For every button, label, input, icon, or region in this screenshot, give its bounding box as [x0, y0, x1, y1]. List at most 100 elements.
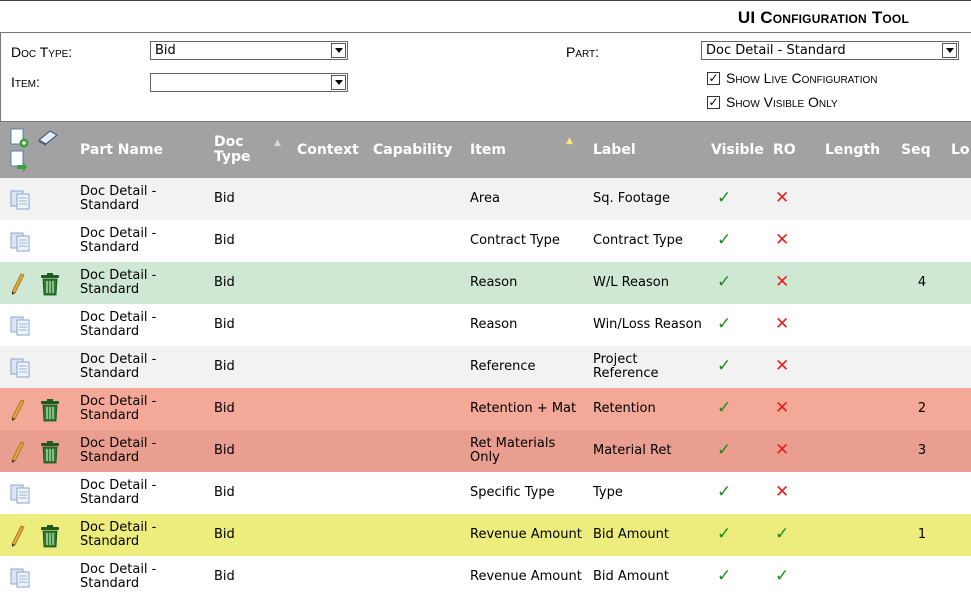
- header-visible[interactable]: Visible: [707, 122, 769, 178]
- copy-icon[interactable]: [10, 568, 32, 588]
- trash-icon[interactable]: [38, 398, 62, 422]
- item-select[interactable]: [150, 73, 348, 92]
- cell-context: [293, 388, 369, 430]
- table-row[interactable]: Doc Detail - Standard Bid Revenue Amount Bi…: [0, 514, 971, 556]
- header-doc-type[interactable]: Doc Type ▲: [210, 122, 293, 178]
- cell-label: Project Reference: [589, 346, 707, 388]
- show-visible-checkbox[interactable]: ✓: [707, 96, 720, 109]
- trash-icon[interactable]: [38, 524, 62, 548]
- table-row[interactable]: Doc Detail - Standard Bid Revenue Amount Bi…: [0, 556, 971, 598]
- cell-context: [293, 262, 369, 304]
- cell-doc-type: Bid: [210, 556, 293, 598]
- cell-label: W/L Reason: [589, 262, 707, 304]
- cell-capability: [369, 472, 466, 514]
- table-row[interactable]: Doc Detail - Standard Bid Specific Type Typ…: [0, 472, 971, 514]
- header-part-name[interactable]: Part Name: [76, 122, 210, 178]
- cell-visible: ✓: [707, 304, 769, 346]
- header-capability[interactable]: Capability: [369, 122, 466, 178]
- copy-icon[interactable]: [10, 484, 32, 504]
- cell-capability: [369, 178, 466, 220]
- row-actions: [0, 304, 76, 346]
- cell-part-name: Doc Detail - Standard: [76, 388, 210, 430]
- cell-doc-type: Bid: [210, 262, 293, 304]
- cell-part-name: Doc Detail - Standard: [76, 346, 210, 388]
- table-row[interactable]: Doc Detail - Standard Bid Reason Win/Loss R…: [0, 304, 971, 346]
- copy-icon[interactable]: [10, 316, 32, 336]
- cell-label: Bid Amount: [589, 514, 707, 556]
- cell-label: Retention: [589, 388, 707, 430]
- cell-ro: ✓: [769, 556, 821, 598]
- table-row[interactable]: Doc Detail - Standard Bid Reference Project…: [0, 346, 971, 388]
- cross-icon: ✕: [775, 440, 790, 460]
- table-row[interactable]: Doc Detail - Standard Bid Retention + Mat R…: [0, 388, 971, 430]
- cell-ro: ✕: [769, 388, 821, 430]
- doc-type-select[interactable]: Bid: [150, 41, 348, 60]
- cell-part-name: Doc Detail - Standard: [76, 178, 210, 220]
- row-actions: [0, 430, 76, 472]
- chevron-down-icon[interactable]: [942, 43, 957, 58]
- cell-lo: [947, 430, 971, 472]
- chevron-down-icon[interactable]: [331, 43, 346, 58]
- cell-item: Area: [466, 178, 589, 220]
- table-row[interactable]: Doc Detail - Standard Bid Area Sq. Footage ✓…: [0, 178, 971, 220]
- cell-label: Bid Amount: [589, 556, 707, 598]
- cell-label: Contract Type: [589, 220, 707, 262]
- show-live-label: Show Live Configuration: [726, 70, 878, 86]
- copy-icon[interactable]: [10, 232, 32, 252]
- cell-length: [821, 220, 897, 262]
- cell-capability: [369, 220, 466, 262]
- header-item-label: Item: [470, 142, 506, 158]
- cell-doc-type: Bid: [210, 220, 293, 262]
- cell-context: [293, 346, 369, 388]
- part-select[interactable]: Doc Detail - Standard: [701, 41, 959, 60]
- header-item[interactable]: Item ▲: [466, 122, 589, 178]
- cell-visible: ✓: [707, 346, 769, 388]
- trash-icon[interactable]: [38, 440, 62, 464]
- copy-icon[interactable]: [10, 358, 32, 378]
- show-live-checkbox[interactable]: ✓: [707, 72, 720, 85]
- cell-length: [821, 178, 897, 220]
- cell-item: Retention + Mat: [466, 388, 589, 430]
- check-icon: ✓: [717, 566, 732, 586]
- chevron-down-icon[interactable]: [331, 75, 346, 90]
- cell-part-name: Doc Detail - Standard: [76, 430, 210, 472]
- table-row[interactable]: Doc Detail - Standard Bid Contract Type Con…: [0, 220, 971, 262]
- cell-item: Revenue Amount: [466, 514, 589, 556]
- cell-seq: 2: [897, 388, 947, 430]
- table-row[interactable]: Doc Detail - Standard Bid Ret Materials On…: [0, 430, 971, 472]
- cell-doc-type: Bid: [210, 388, 293, 430]
- pencil-icon[interactable]: [9, 273, 27, 295]
- add-document-icon[interactable]: [9, 127, 35, 173]
- header-label[interactable]: Label: [589, 122, 707, 178]
- copy-icon[interactable]: [10, 190, 32, 210]
- header-seq[interactable]: Seq: [897, 122, 947, 178]
- cross-icon: ✕: [775, 398, 790, 418]
- table-row[interactable]: Doc Detail - Standard Bid Reason W/L Reason…: [0, 262, 971, 304]
- row-actions: [0, 514, 76, 556]
- header-lo[interactable]: Lo: [947, 122, 971, 178]
- header-context[interactable]: Context: [293, 122, 369, 178]
- header-ro[interactable]: RO: [769, 122, 821, 178]
- cell-doc-type: Bid: [210, 304, 293, 346]
- sort-ascending-icon: ▲: [566, 136, 573, 146]
- cell-ro: ✕: [769, 220, 821, 262]
- cell-context: [293, 220, 369, 262]
- row-actions: [0, 178, 76, 220]
- cell-label: Sq. Footage: [589, 178, 707, 220]
- cell-ro: ✕: [769, 346, 821, 388]
- pencil-icon[interactable]: [9, 399, 27, 421]
- cell-seq: [897, 220, 947, 262]
- header-length[interactable]: Length: [821, 122, 897, 178]
- pencil-icon[interactable]: [9, 441, 27, 463]
- check-icon: ✓: [717, 314, 732, 334]
- cell-label: Type: [589, 472, 707, 514]
- trash-icon[interactable]: [38, 272, 62, 296]
- cell-doc-type: Bid: [210, 514, 293, 556]
- cell-length: [821, 388, 897, 430]
- part-value: Doc Detail - Standard: [706, 43, 846, 58]
- check-icon: ✓: [717, 272, 732, 292]
- check-icon: ✓: [717, 440, 732, 460]
- pencil-icon[interactable]: [9, 525, 27, 547]
- cross-icon: ✕: [775, 188, 790, 208]
- eraser-icon[interactable]: [36, 128, 60, 146]
